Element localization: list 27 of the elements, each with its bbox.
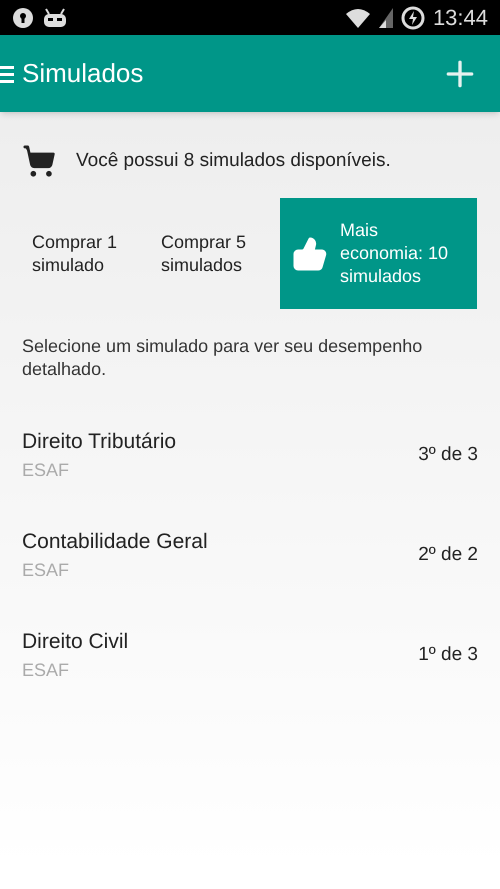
signal-icon [378,8,393,28]
wifi-icon [344,8,371,28]
instructions-text: Selecione um simulado para ver seu desempenho detalhado. [21,335,424,381]
robot-icon [42,6,68,28]
lock-icon [12,6,34,28]
battery-charging-icon [400,6,425,30]
exam-title: Direito Civil [22,628,130,655]
exam-title: Direito Tributário [22,428,178,455]
exam-board: ESAF [22,659,70,682]
exam-list-item[interactable]: Direito Civil ESAF 1º de 3 [0,605,500,705]
exam-board: ESAF [22,559,70,582]
clock: 13:44 [432,4,488,32]
exam-board: ESAF [22,459,70,482]
attempt-count: 3º de 3 [418,442,478,467]
exam-title: Contabilidade Geral [22,528,209,555]
attempt-count: 2º de 2 [418,542,478,567]
cart-icon [22,144,56,178]
menu-button[interactable]: Simulados [0,35,152,112]
thumbs-up-icon [292,236,328,272]
attempt-count: 1º de 3 [418,642,478,667]
purchase-button[interactable]: Comprar 1 simulado [22,198,139,309]
menu-icon [0,64,14,84]
exam-list-item[interactable]: Contabilidade Geral ESAF 2º de 2 [0,505,500,605]
featured-purchase-button[interactable]: Mais economia: 10 simulados [280,198,477,309]
exam-list-item[interactable]: Direito Tributário ESAF 3º de 3 [0,405,500,505]
purchase-button[interactable]: Comprar 5 simulados [151,198,268,309]
credits-text: Você possui 8 simulados disponíveis. [76,148,391,173]
